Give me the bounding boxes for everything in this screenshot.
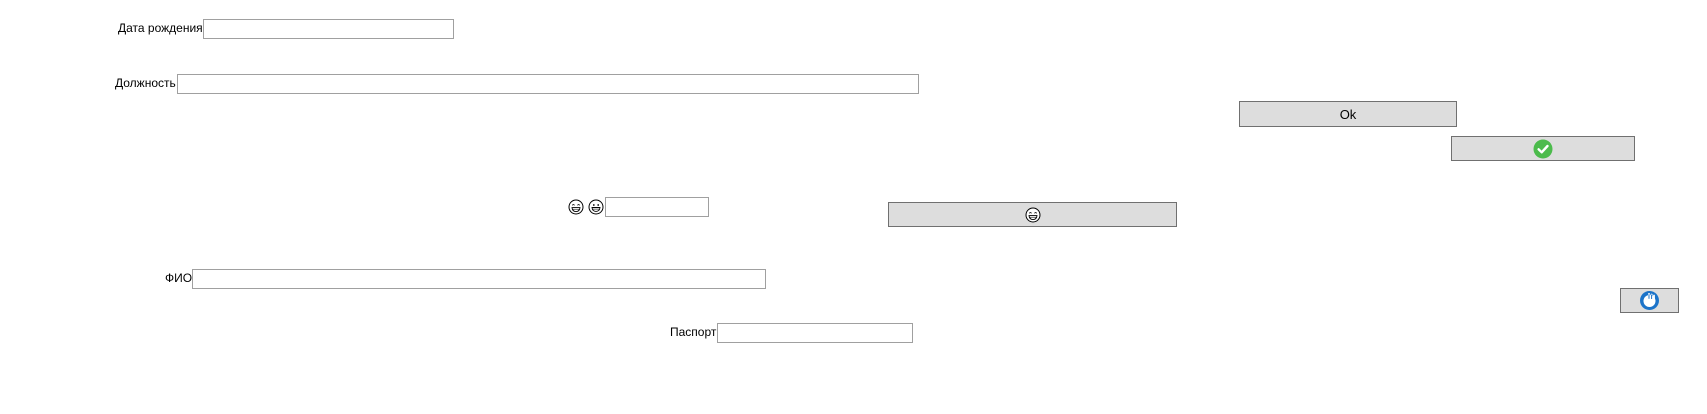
- grinning-face-icon: [588, 199, 604, 215]
- ok-button[interactable]: Ok: [1239, 101, 1457, 127]
- blue-circular-hand-icon: [1639, 290, 1660, 311]
- position-field[interactable]: [177, 74, 919, 94]
- birth-date-field[interactable]: [203, 19, 454, 39]
- green-check-circle-icon: [1533, 139, 1553, 159]
- position-label: Должность: [115, 76, 176, 90]
- fio-field[interactable]: [192, 269, 766, 289]
- birth-date-label: Дата рождения: [118, 21, 203, 35]
- fio-label: ФИО: [165, 271, 193, 285]
- ok-button-label: Ok: [1339, 106, 1357, 122]
- grinning-face-icon: [1025, 207, 1041, 223]
- confirm-button[interactable]: [1451, 136, 1635, 161]
- emoji-button[interactable]: [888, 202, 1177, 227]
- passport-label: Паспорт: [670, 325, 717, 339]
- emoji-field[interactable]: [605, 197, 709, 217]
- laughing-face-icon: [568, 199, 584, 215]
- round-icon-button[interactable]: [1620, 288, 1679, 313]
- passport-field[interactable]: [717, 323, 913, 343]
